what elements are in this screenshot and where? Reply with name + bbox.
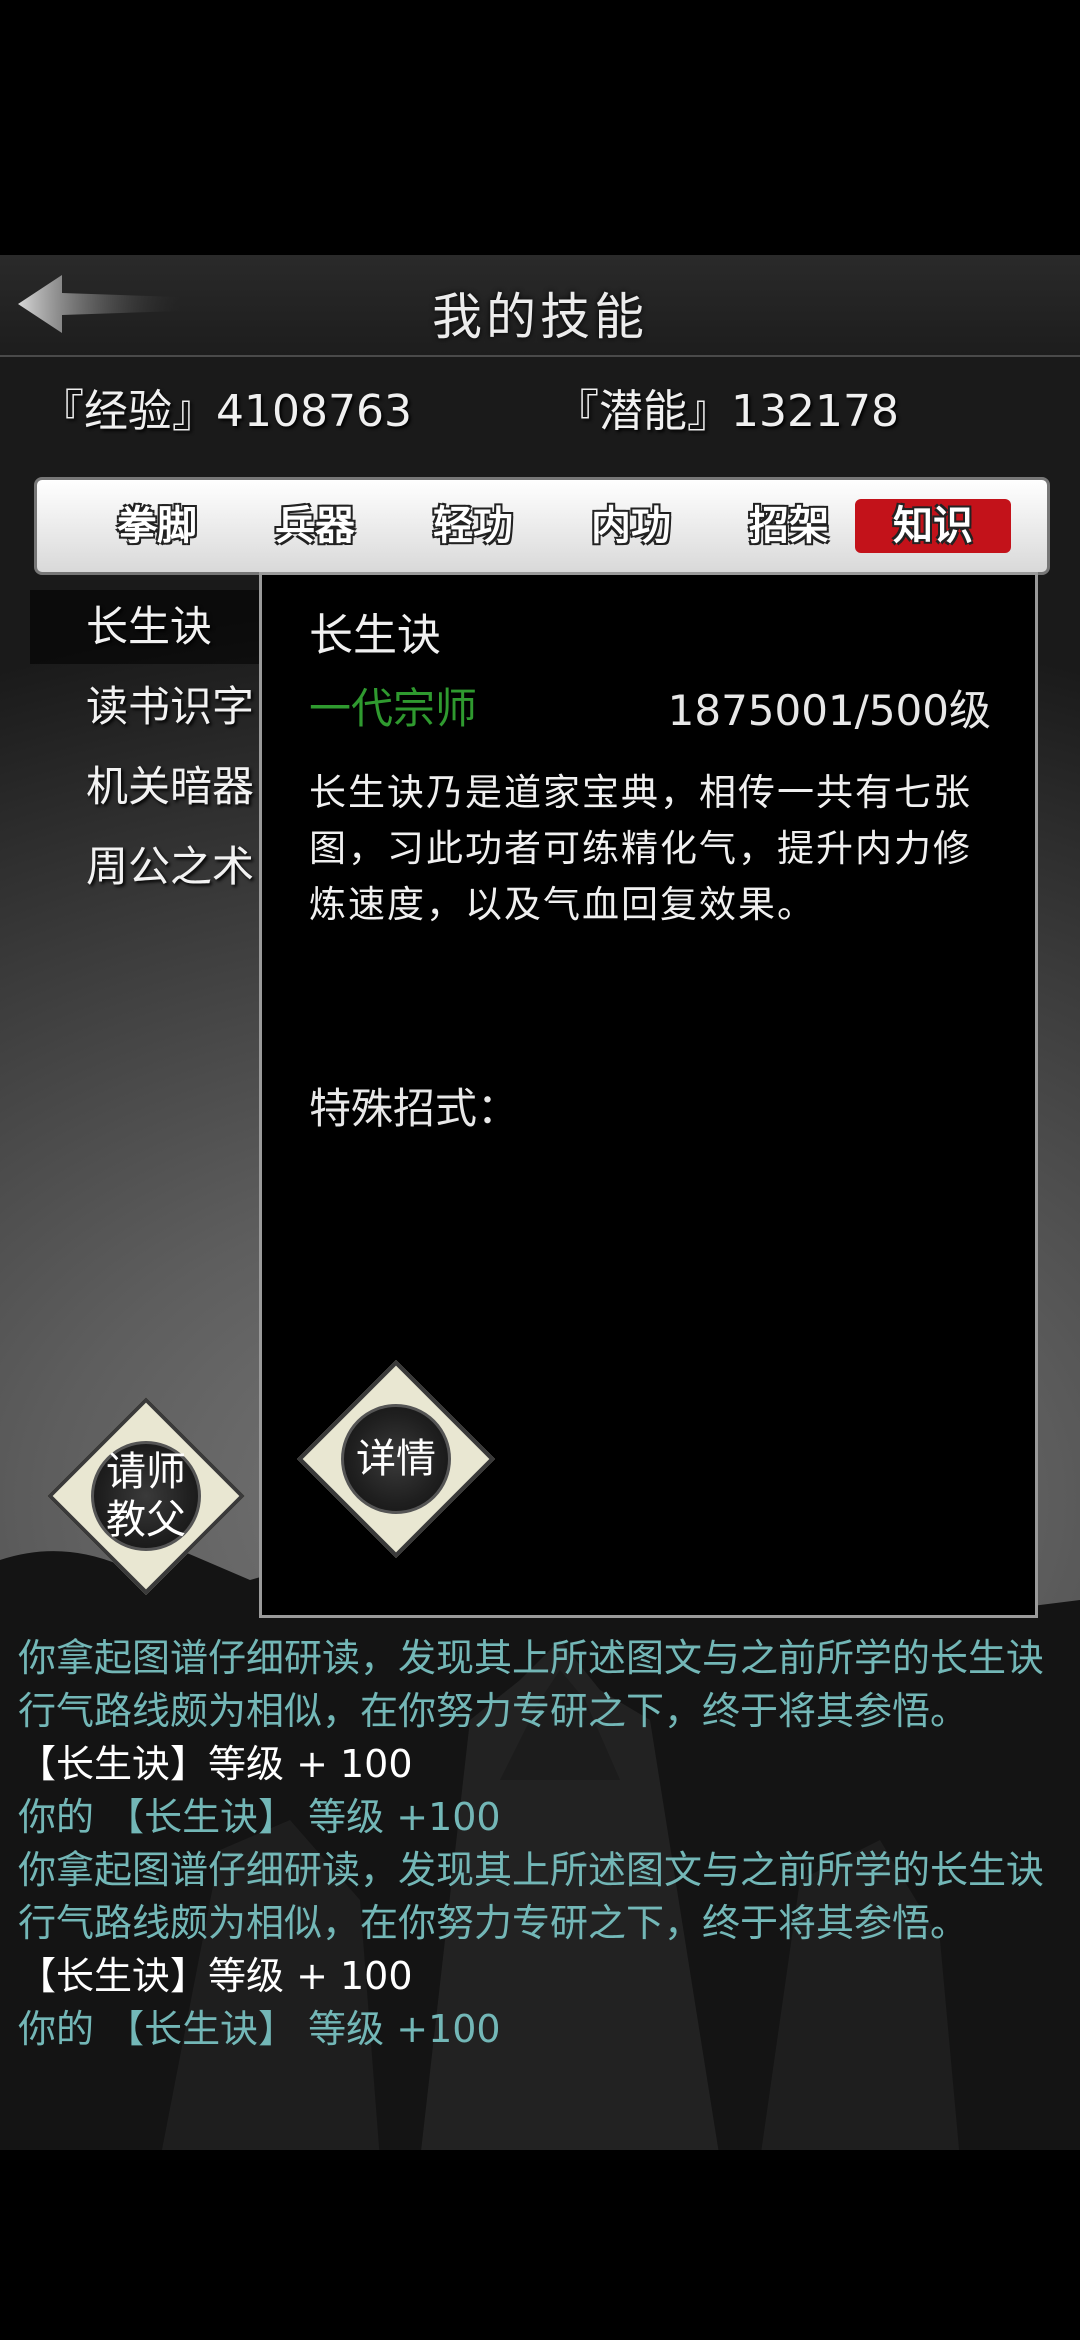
- tab-fist[interactable]: 拳脚: [79, 499, 235, 553]
- skill-item-reading[interactable]: 读书识字: [30, 670, 270, 744]
- skill-detail-panel: 长生诀 一代宗师 1875001/500级 长生诀乃是道家宝典，相传一共有七张图…: [259, 572, 1038, 1618]
- teacher-button-line2: 教父: [106, 1497, 186, 1543]
- find-teacher-button[interactable]: 请师 教父: [47, 1397, 245, 1595]
- potential-stat: 『潜能』132178: [555, 386, 899, 437]
- skill-item-zhougong[interactable]: 周公之术: [30, 830, 270, 904]
- log-line: 【长生诀】等级 + 100: [18, 1742, 413, 1786]
- game-screen: 我的技能 『经验』4108763 『潜能』132178 拳脚 兵器 轻功 内功 …: [0, 0, 1080, 2340]
- details-button[interactable]: 详情: [297, 1360, 495, 1558]
- skill-rank: 一代宗师: [309, 684, 478, 733]
- log-line: 【长生诀】等级 + 100: [18, 1954, 413, 1998]
- teacher-button-line1: 请师: [106, 1449, 186, 1495]
- message-log: 你拿起图谱仔细研读，发现其上所述图文与之前所学的长生诀行气路线颇为相似，在你努力…: [18, 1632, 1068, 2056]
- bottom-letterbox: [0, 2150, 1080, 2340]
- top-letterbox: [0, 0, 1080, 255]
- tab-parry[interactable]: 招架: [711, 499, 867, 553]
- tab-weapon[interactable]: 兵器: [237, 499, 393, 553]
- tab-knowledge[interactable]: 知识: [855, 499, 1011, 553]
- tab-lightness[interactable]: 轻功: [395, 499, 551, 553]
- skill-description: 长生诀乃是道家宝典，相传一共有七张图，习此功者可练精化气，提升内力修炼速度，以及…: [309, 771, 972, 926]
- page-title: 我的技能: [432, 288, 648, 346]
- header-bar: 我的技能: [0, 255, 1080, 357]
- skill-item-hidden-weapons[interactable]: 机关暗器: [30, 750, 270, 824]
- skill-category-tabs: 拳脚 兵器 轻功 内功 招架 知识: [34, 477, 1050, 575]
- log-line: 你的 【长生诀】 等级 +100: [18, 2007, 501, 2051]
- skill-item-changshengjue[interactable]: 长生诀: [30, 590, 270, 664]
- skill-level: 1875001/500级: [667, 686, 991, 735]
- tab-inner-force[interactable]: 内功: [553, 499, 709, 553]
- log-line: 你拿起图谱仔细研读，发现其上所述图文与之前所学的长生诀行气路线颇为相似，在你努力…: [18, 1848, 1045, 1945]
- details-button-label: 详情: [356, 1436, 436, 1482]
- special-moves-label: 特殊招式：: [309, 1084, 520, 1133]
- log-line: 你拿起图谱仔细研读，发现其上所述图文与之前所学的长生诀行气路线颇为相似，在你努力…: [18, 1636, 1045, 1733]
- log-line: 你的 【长生诀】 等级 +100: [18, 1795, 501, 1839]
- experience-stat: 『经验』4108763: [40, 386, 412, 437]
- skill-name: 长生诀: [309, 610, 441, 661]
